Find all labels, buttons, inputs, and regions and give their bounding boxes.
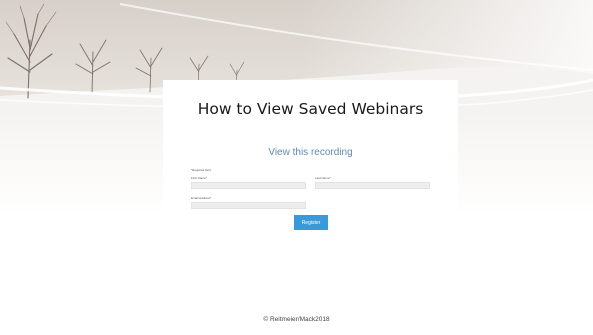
webinar-slide: How to View Saved Webinars View this rec… <box>0 0 593 335</box>
email-field[interactable] <box>191 202 306 209</box>
footer-credit: © Reitmeier/Mack2018 <box>263 316 330 323</box>
email-label: Email Address* <box>191 196 212 200</box>
registration-card: How to View Saved Webinars View this rec… <box>163 80 458 240</box>
last-name-label: Last Name* <box>315 176 331 180</box>
required-field-note: *Required field <box>191 168 211 172</box>
register-button[interactable]: Register <box>294 215 328 230</box>
page-title: How to View Saved Webinars <box>197 100 424 118</box>
first-name-label: First Name* <box>191 176 207 180</box>
first-name-field[interactable] <box>191 182 306 189</box>
form-subtitle: View this recording <box>268 147 353 158</box>
last-name-field[interactable] <box>315 182 430 189</box>
